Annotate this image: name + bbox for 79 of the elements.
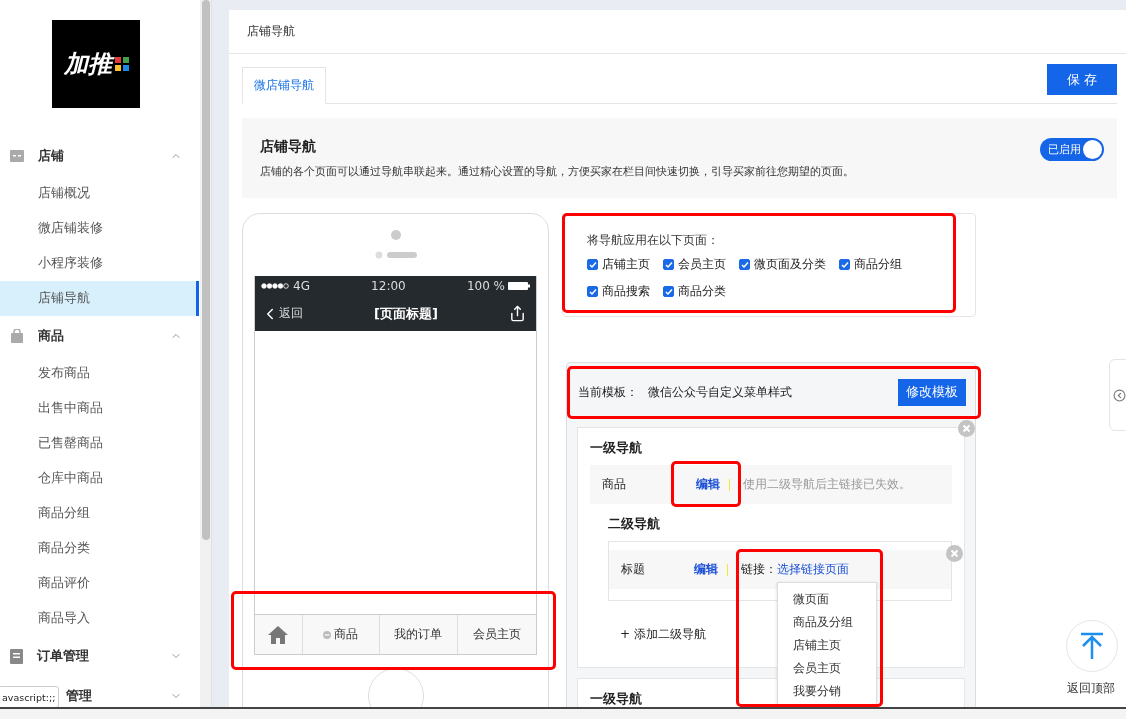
link-label: 链接： [741, 561, 777, 578]
arrow-up-icon [1080, 632, 1104, 660]
section-description: 店铺的各个页面可以通过导航串联起来。通过精心设置的导航，方便买家在栏目间快速切换，引导买家前往您期望的页面。 [260, 164, 854, 179]
tab[interactable]: 微店铺导航 [242, 67, 326, 104]
nav-heading: 一级导航 [590, 440, 642, 457]
network-label: 4G [293, 279, 310, 293]
phone-page-title: [页面标题] [374, 304, 438, 323]
sidebar-item[interactable]: 已售罄商品 [0, 426, 199, 461]
scrollbar[interactable] [200, 0, 212, 706]
nav-title: 商品 [602, 476, 627, 493]
checkbox[interactable] [663, 286, 674, 297]
sidebar-item[interactable]: 微店铺装修 [0, 211, 199, 246]
sidebar-item[interactable]: 商品分类 [0, 531, 199, 566]
menu-item[interactable]: 店铺主页 [793, 637, 876, 655]
sidebar-item[interactable]: 店铺概况 [0, 176, 199, 211]
battery-percent: 100 % [466, 279, 505, 293]
battery-icon [508, 282, 530, 290]
checkbox-label[interactable]: 商品搜索 [602, 283, 650, 300]
checkbox-label[interactable]: 微页面及分类 [754, 256, 826, 273]
sidebar-item[interactable]: 仓库中商品 [0, 461, 199, 496]
side-panel-tab[interactable] [1109, 359, 1126, 431]
sidebar-group[interactable]: 订单管理 [37, 647, 170, 665]
sidebar-item[interactable]: 商品导入 [0, 601, 199, 636]
sidebar-item[interactable]: 店铺导航 [0, 281, 199, 316]
checkbox-label[interactable]: 商品分类 [678, 283, 726, 300]
phone-tab[interactable]: 会员主页 [456, 615, 536, 654]
clock-time: 12:00 [371, 279, 406, 293]
sidebar-item[interactable]: 发布商品 [0, 356, 199, 391]
sidebar-group[interactable]: 商品 [38, 327, 170, 345]
signal-icon [261, 283, 289, 289]
checkbox[interactable] [663, 259, 674, 270]
nav-title: 标题 [621, 561, 646, 578]
edit-link[interactable]: 编辑 [694, 561, 718, 578]
share-icon[interactable] [509, 305, 526, 322]
checkbox-label[interactable]: 会员主页 [678, 256, 726, 273]
bag-icon [10, 329, 24, 343]
highlight-frame [671, 461, 741, 507]
menu-item[interactable]: 我要分销 [793, 683, 876, 701]
sub-nav-heading: 二级导航 [608, 516, 660, 533]
checkbox-label[interactable]: 商品分组 [854, 256, 902, 273]
select-link-page[interactable]: 选择链接页面 [777, 561, 849, 578]
back-to-top-label[interactable]: 返回顶部 [1067, 680, 1115, 697]
checkbox[interactable] [839, 259, 850, 270]
menu-item[interactable]: 微页面 [793, 591, 876, 609]
phone-tab[interactable]: 我的订单 [379, 615, 457, 654]
save-button[interactable]: 保 存 [1047, 64, 1117, 95]
sidebar-group[interactable]: 管理 [66, 687, 170, 705]
sidebar-item[interactable]: 商品评价 [0, 566, 199, 601]
sidebar-item[interactable]: 出售中商品 [0, 391, 199, 426]
link-tooltip: avascript:;; [0, 686, 60, 708]
sidebar-group[interactable]: 店铺 [38, 147, 170, 165]
edit-link[interactable]: 编辑 [696, 476, 720, 493]
checkbox[interactable] [587, 259, 598, 270]
checkbox[interactable] [587, 286, 598, 297]
collapse-icon [1112, 388, 1126, 402]
change-template-button[interactable]: 修改模板 [898, 378, 966, 406]
sidebar-item[interactable]: 商品分组 [0, 496, 199, 531]
phone-tab[interactable]: 商品 [334, 626, 359, 643]
template-name: 微信公众号自定义菜单样式 [648, 383, 793, 401]
nav-heading: 一级导航 [590, 691, 642, 708]
store-icon [10, 150, 24, 162]
home-icon[interactable] [268, 625, 289, 644]
section-title: 店铺导航 [260, 138, 317, 156]
menu-item[interactable]: 商品及分组 [793, 614, 876, 632]
nav-hint: 使用二级导航后主链接已失效。 [743, 476, 911, 493]
sidebar-item[interactable]: 小程序装修 [0, 246, 199, 281]
phone-speaker-drawing [374, 229, 417, 261]
document-icon [10, 648, 23, 664]
page-title: 店铺导航 [247, 23, 295, 40]
checkbox[interactable] [739, 259, 750, 270]
toggle-switch[interactable]: 已启用 [1040, 138, 1104, 161]
minus-circle-icon [323, 630, 332, 639]
apply-pages-title: 将导航应用在以下页面： [587, 233, 720, 248]
checkbox-label[interactable]: 店铺主页 [602, 256, 650, 273]
back-link[interactable]: 返回 [279, 305, 303, 322]
logo-mark-icon [114, 57, 129, 71]
template-label: 当前模板： [578, 383, 638, 401]
menu-item[interactable]: 会员主页 [793, 660, 876, 678]
add-sub-nav-link[interactable]: + 添加二级导航 [620, 626, 706, 643]
